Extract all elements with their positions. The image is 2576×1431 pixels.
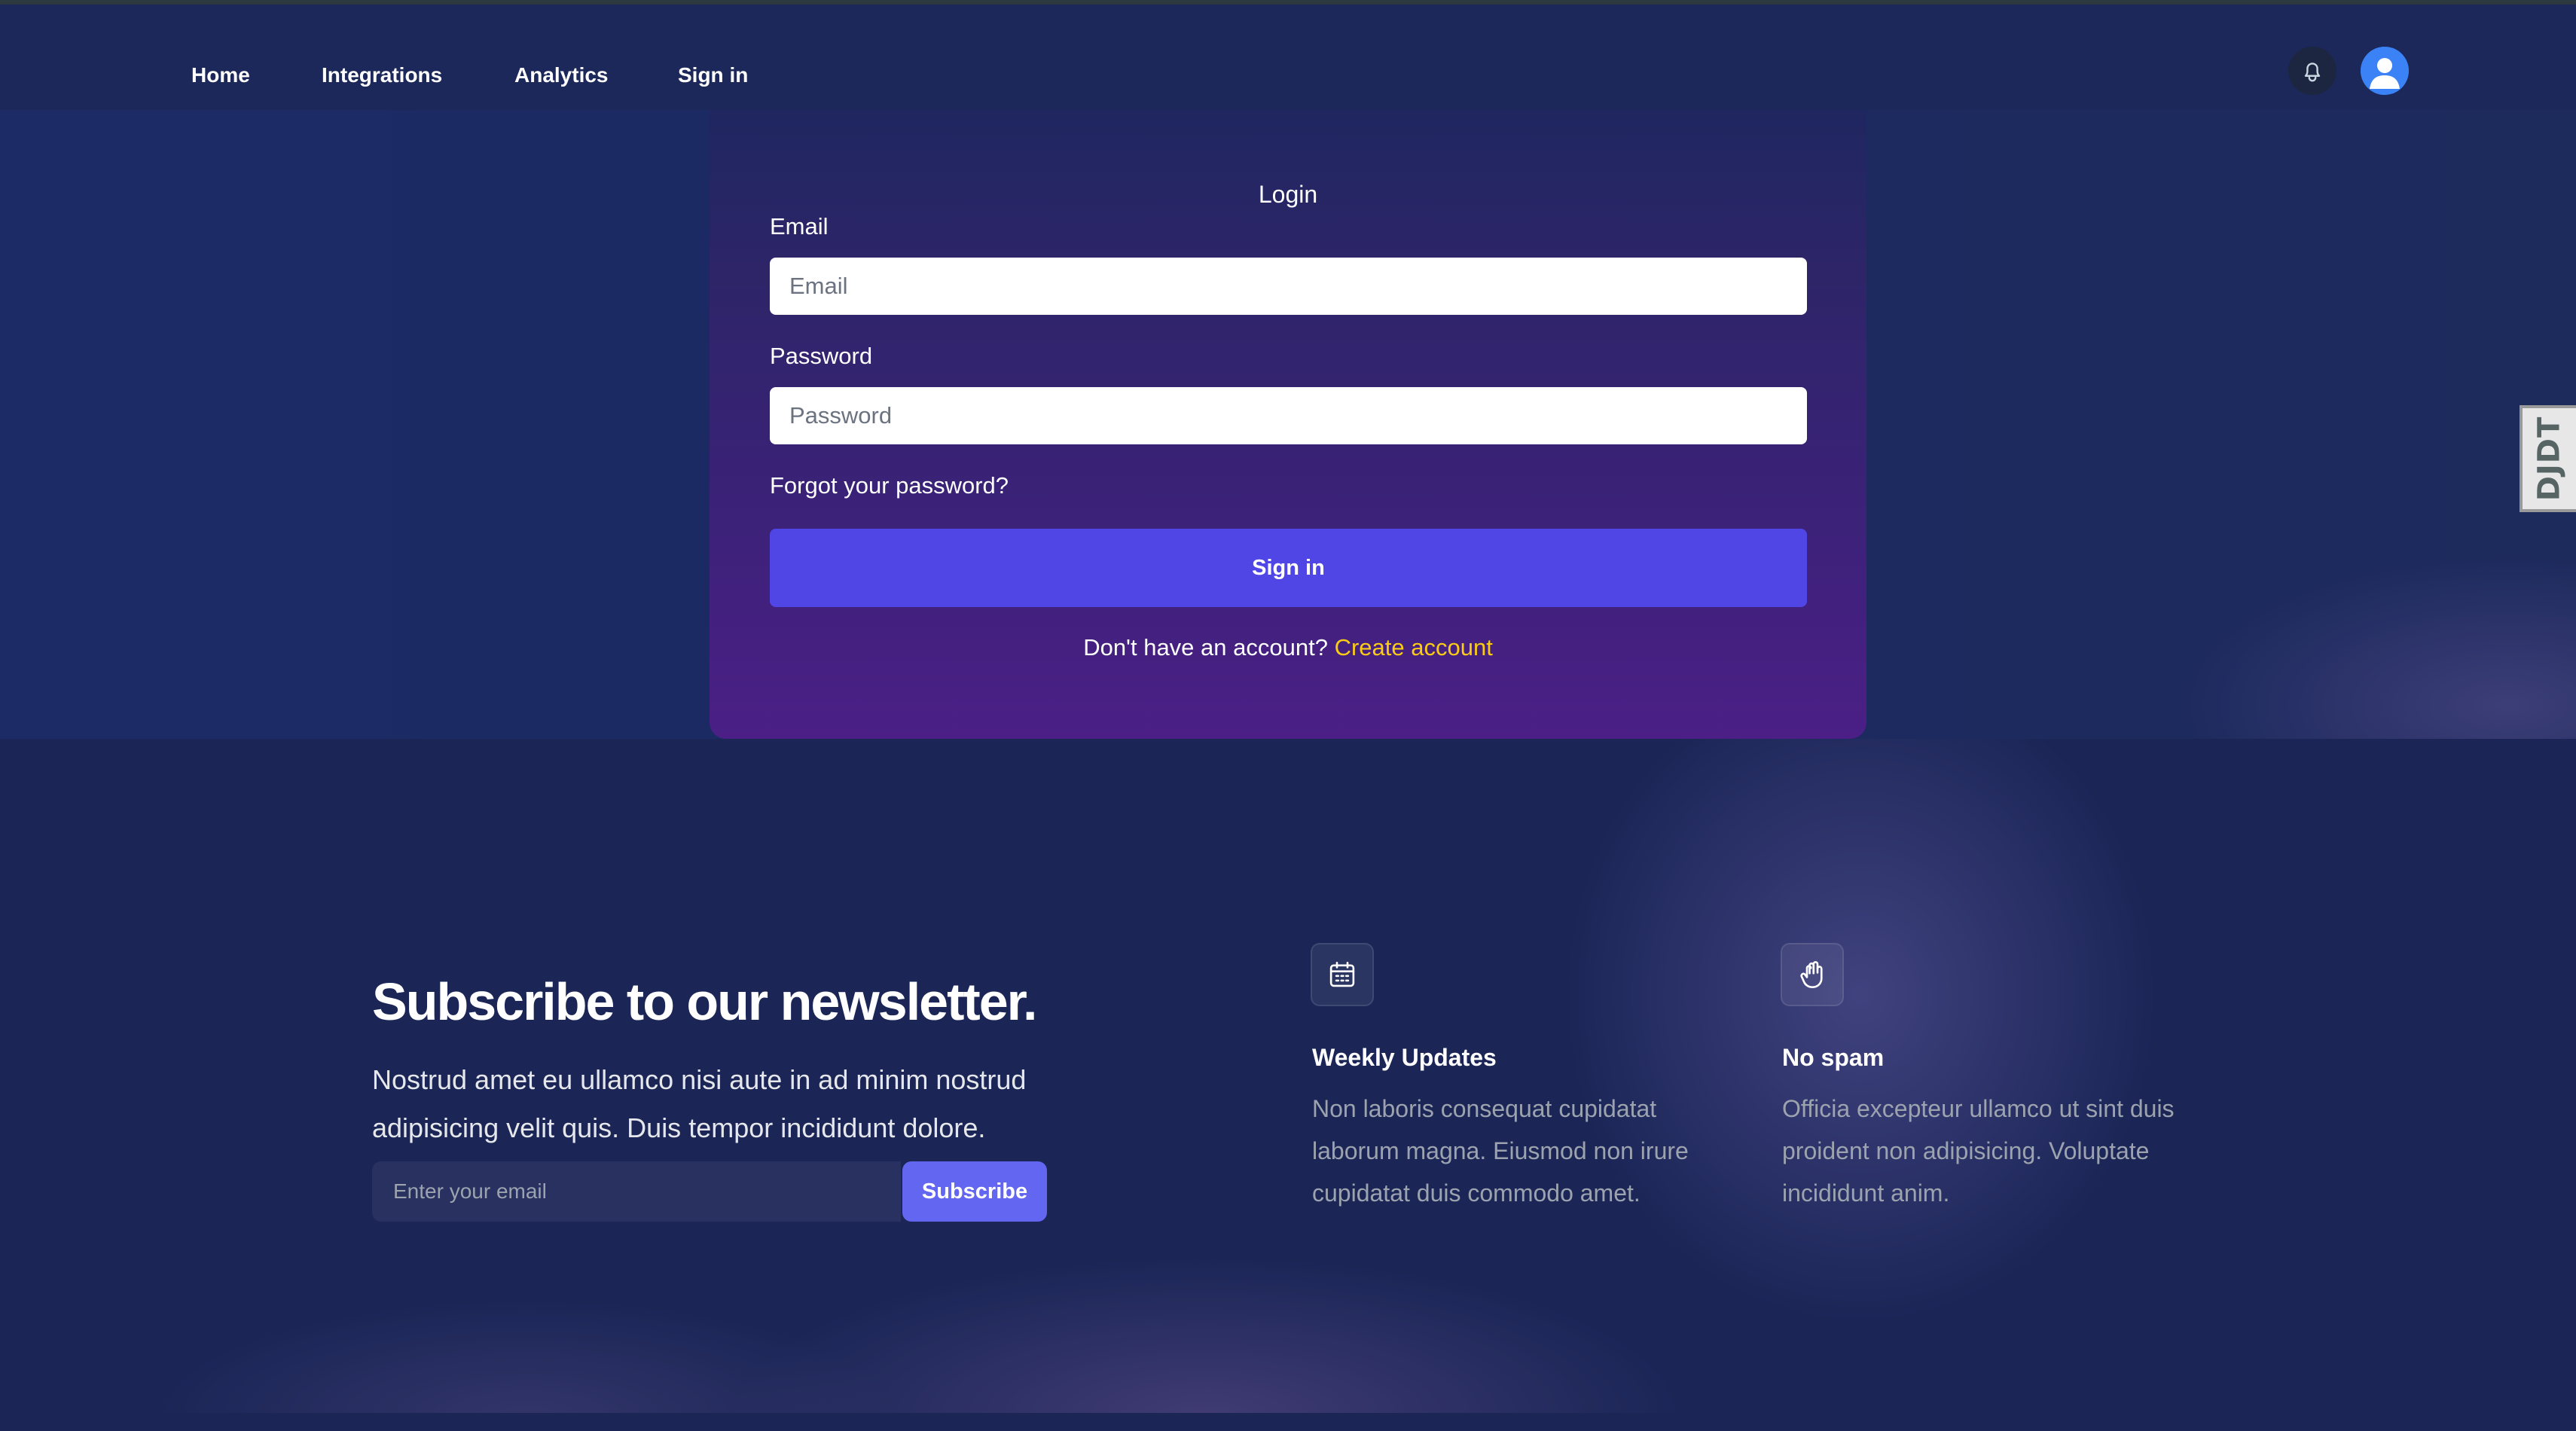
subscribe-button[interactable]: Subscribe <box>902 1161 1047 1222</box>
password-label: Password <box>770 343 873 369</box>
debug-toolbar-handle[interactable]: DJDT <box>2520 405 2576 512</box>
notifications-button[interactable] <box>2288 47 2336 95</box>
login-card: Login Email Password Forgot your passwor… <box>710 110 1866 739</box>
no-spam-title: No spam <box>1782 1044 1885 1071</box>
email-input[interactable] <box>770 258 1807 315</box>
debug-toolbar-label: DJDT <box>2532 416 2567 502</box>
nav-link-home[interactable]: Home <box>191 63 250 87</box>
no-spam-text: Officia excepteur ullamco ut sint duis p… <box>1782 1095 2175 1207</box>
hand-raised-icon <box>1800 961 1823 988</box>
password-input[interactable] <box>770 387 1807 444</box>
nav-link-integrations[interactable]: Integrations <box>322 63 442 87</box>
no-account-text: Don't have an account? <box>1083 634 1328 661</box>
email-label: Email <box>770 213 829 240</box>
newsletter-description: Nostrud amet eu ullamco nisi aute in ad … <box>372 1064 1027 1143</box>
weekly-updates-text: Non laboris consequat cupidatat laborum … <box>1312 1095 1689 1207</box>
sign-in-button[interactable]: Sign in <box>770 529 1807 607</box>
create-account-link[interactable]: Create account <box>1335 634 1493 661</box>
forgot-password-link[interactable]: Forgot your password? <box>770 472 1009 499</box>
nav-link-sign-in[interactable]: Sign in <box>678 63 748 87</box>
create-account-prompt: Don't have an account? Create account <box>710 634 1866 661</box>
calendar-icon <box>1329 961 1355 987</box>
no-spam-icon-box <box>1781 943 1844 1006</box>
nav-link-analytics[interactable]: Analytics <box>514 63 609 87</box>
login-title: Login <box>1258 181 1318 208</box>
bottom-strip <box>0 1413 2576 1431</box>
weekly-updates-title: Weekly Updates <box>1312 1044 1497 1071</box>
bell-icon <box>2304 63 2321 82</box>
top-navigation: Home Integrations Analytics Sign in <box>0 5 2576 110</box>
user-avatar-icon <box>2361 47 2409 95</box>
page: Home Integrations Analytics Sign in DJDT… <box>0 0 2576 1431</box>
newsletter-heading: Subscribe to our newsletter. <box>372 972 1037 1032</box>
user-avatar-button[interactable] <box>2361 47 2409 95</box>
weekly-updates-icon-box <box>1311 943 1374 1006</box>
newsletter-email-input[interactable] <box>372 1161 901 1222</box>
